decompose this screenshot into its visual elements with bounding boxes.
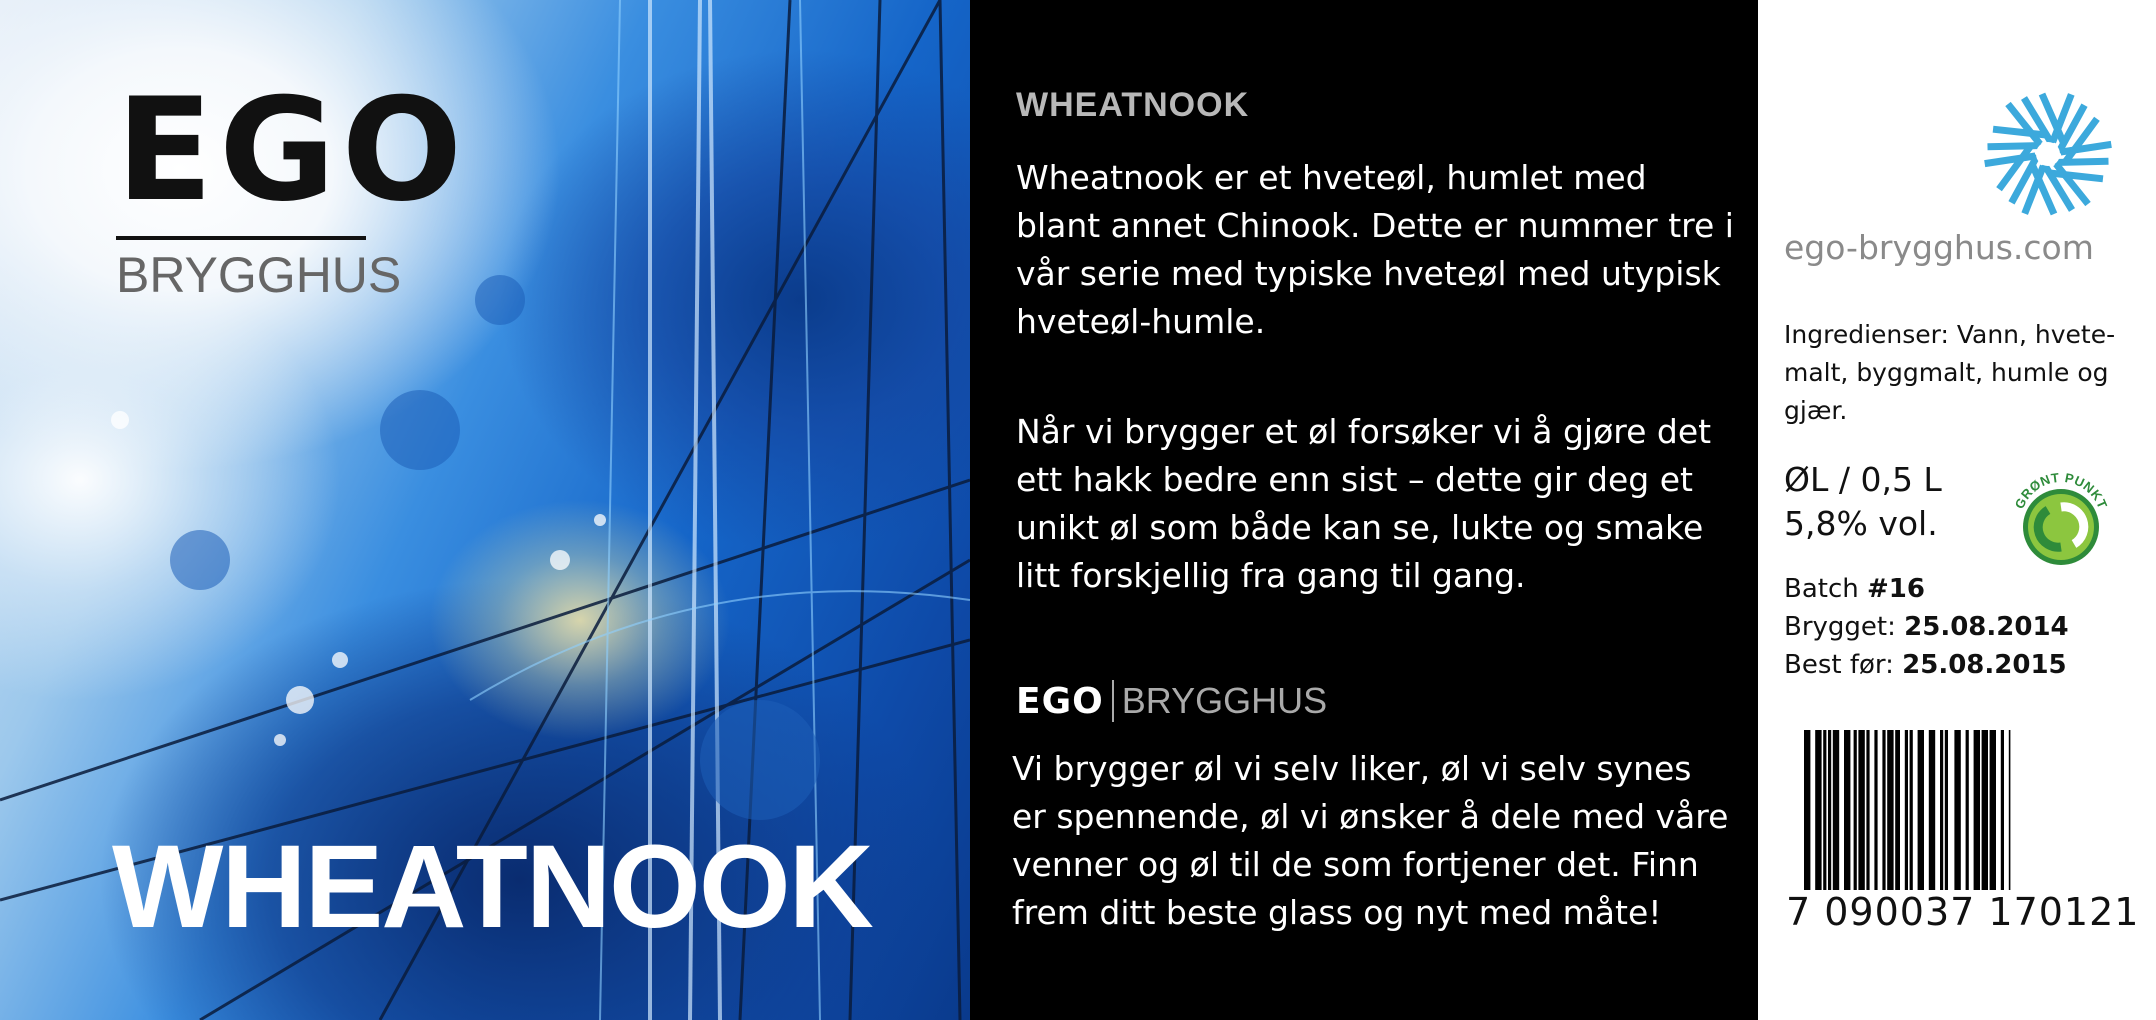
barcode-bar [1909,730,1913,898]
barcode-bar [1832,730,1840,898]
brewery-blurb: Vi brygger øl vi selv liker, øl vi selv … [1012,749,1729,932]
description-paragraph-2: Når vi brygger et øl forsøker vi å gjøre… [1016,412,1712,595]
barcode-bar [1940,730,1944,898]
batch-row: Batch #16 [1784,570,2069,608]
barcode-bar [1944,730,1948,898]
description-paragraph-1: Wheatnook er et hveteøl, humlet med blan… [1016,158,1734,341]
barcode-number: 7 090037 170121 [1786,890,2144,934]
description-panel: WHEATNOOK Wheatnook er et hveteøl, humle… [970,0,1758,1020]
batch-label: Batch [1784,574,1859,604]
ingredients-text: Ingredienser: Vann, hvete-malt, byggmalt… [1784,320,2116,425]
barcode-bar [1844,730,1851,898]
brand-logo-word: EGO [116,68,469,233]
green-dot-recycling-icon: GRØNT PUNKT [2012,470,2110,565]
beer-name-title: WHEATNOOK [112,821,874,953]
brand-logo: EGO BRYGGHUS [116,80,468,304]
brand-logo-small: EGO BRYGGHUS [1016,680,1327,722]
batch-value: #16 [1867,574,1925,604]
barcode-bar [1954,730,1961,898]
best-before-label: Best før: [1784,650,1894,680]
barcode-bar [1858,730,1865,898]
barcode-bar [1882,730,1886,898]
barcode-bar [1874,730,1878,898]
barcode-bar [1853,730,1857,898]
brand-logo-small-divider [1111,680,1114,722]
barcode-bar [1804,730,1811,916]
brewed-label: Brygget: [1784,612,1896,642]
volume-block: ØL / 0,5 L 5,8% vol. [1784,458,1942,546]
brewed-row: Brygget: 25.08.2014 [1784,608,2069,646]
description-heading: WHEATNOOK [1016,86,1250,124]
barcode-bar [2000,730,2004,898]
website-link: ego-brygghus.com [1784,228,2094,267]
best-before-value: 25.08.2015 [1902,650,2067,680]
brewed-value: 25.08.2014 [1904,612,2069,642]
brand-logo-small-sub: BRYGGHUS [1121,680,1328,721]
beer-label: EGO BRYGGHUS WHEATNOOK WHEATNOOK Wheatno… [0,0,2156,1020]
barcode-bar [1928,730,1936,898]
barcode-bar [1823,730,1827,898]
barcode-bar [1981,730,1988,898]
barcode-bar [2008,730,2011,916]
artwork-panel: EGO BRYGGHUS WHEATNOOK [0,0,970,1020]
barcode [1804,730,2011,916]
barcode-bar [1973,730,1980,898]
barcode-bar [1815,730,1822,916]
abv-text: 5,8% vol. [1784,504,1938,543]
brand-logo-rule [116,236,366,240]
barcode-bar [1989,730,1996,898]
barcode-bar [1965,730,1969,898]
barcode-bar [1904,730,1908,916]
barcode-bar [1866,730,1870,898]
barcode-bar [1895,730,1900,898]
barcode-bar [1917,730,1924,898]
info-panel: ego-brygghus.com Ingredienser: Vann, hve… [1758,0,2156,1020]
blue-fan-swirl-icon [1984,90,2112,218]
barcode-bar [1887,730,1894,898]
barcode-bar [1828,730,1832,898]
best-before-row: Best før: 25.08.2015 [1784,646,2069,684]
brand-logo-small-word: EGO [1016,680,1104,722]
brand-logo-sub: BRYGGHUS [116,247,402,303]
type-volume-text: ØL / 0,5 L [1784,460,1942,499]
batch-info: Batch #16 Brygget: 25.08.2014 Best før: … [1784,570,2069,684]
